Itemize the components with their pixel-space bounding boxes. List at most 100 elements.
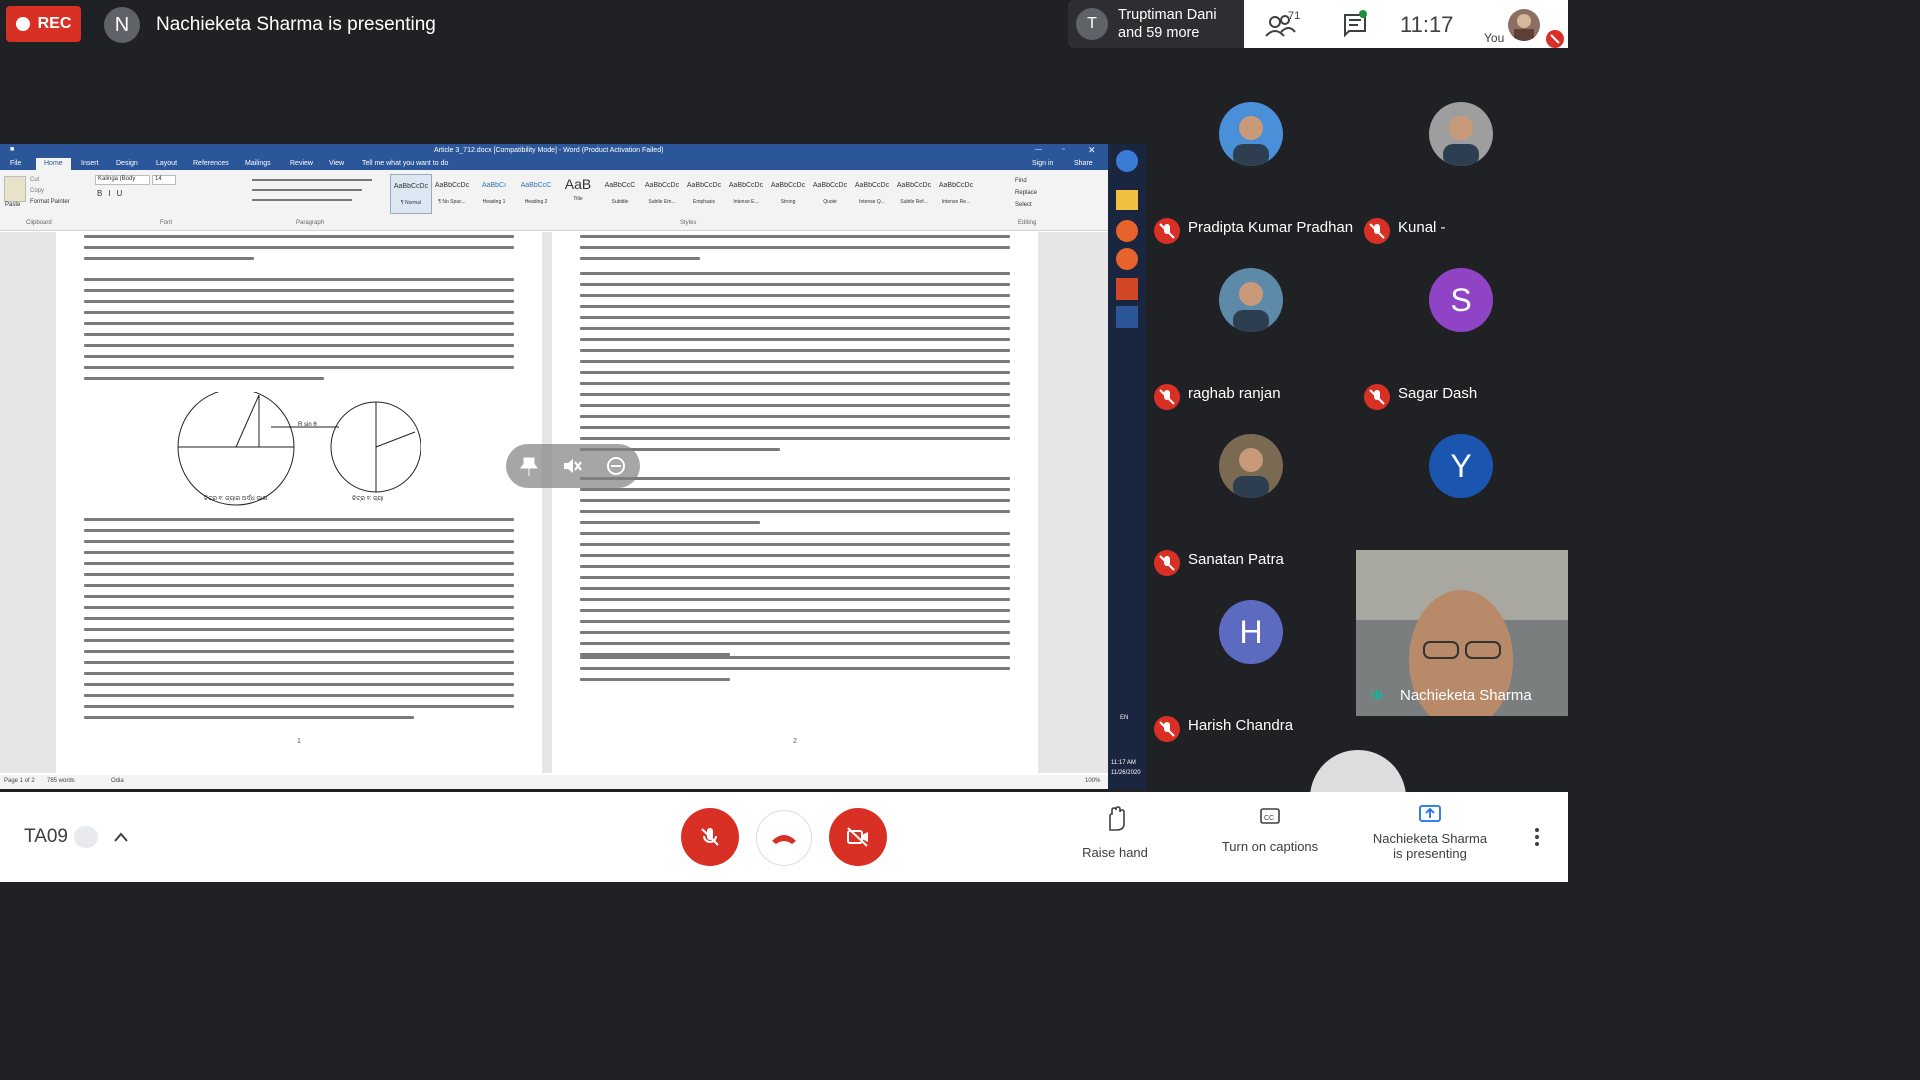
tell-me-box[interactable]: Tell me what you want to do — [362, 160, 448, 167]
tab-design[interactable]: Design — [116, 160, 138, 167]
file-explorer-icon[interactable] — [1116, 190, 1138, 210]
turn-on-captions-button[interactable]: CC Turn on captions — [1210, 806, 1330, 866]
presenting-status-button[interactable]: Nachieketa Sharma is presenting — [1362, 804, 1498, 870]
text-line — [84, 606, 514, 609]
word-icon[interactable] — [1116, 306, 1138, 328]
more-options-circle-icon[interactable] — [606, 456, 626, 476]
style-preview: AaBbCcDc — [686, 182, 722, 189]
text-line — [84, 683, 514, 686]
participant-tile[interactable]: Pradipta Kumar Pradhan — [1146, 82, 1356, 248]
camera-off-button[interactable] — [829, 808, 887, 866]
text-line — [580, 543, 1010, 546]
tab-insert[interactable]: Insert — [81, 160, 99, 167]
participant-tile[interactable]: raghab ranjan — [1146, 248, 1356, 414]
additional-participant-tile[interactable] — [1306, 750, 1406, 792]
presenter-video-tile[interactable]: Nachieketa Sharma — [1356, 550, 1568, 716]
tab-view[interactable]: View — [329, 160, 344, 167]
text-line — [84, 344, 514, 347]
others-presenting-pill[interactable]: T Truptiman Dani and 59 more — [1068, 0, 1244, 48]
style-option[interactable]: AaBbCcDc ¶ No Spac... — [432, 174, 472, 212]
paragraph-buttons[interactable] — [252, 176, 382, 206]
present-screen-icon — [1419, 805, 1441, 822]
font-format-buttons[interactable]: BIU — [97, 189, 128, 198]
participant-tile[interactable]: Sanatan Patra — [1146, 414, 1356, 580]
word-maximize-button[interactable]: ▫ — [1062, 146, 1064, 153]
tab-file[interactable]: File — [10, 160, 21, 167]
participant-tile[interactable]: Kunal - — [1356, 82, 1566, 248]
firefox-icon[interactable] — [1116, 220, 1138, 242]
tray-language[interactable]: EN — [1120, 715, 1128, 721]
text-line — [84, 540, 514, 543]
meeting-code[interactable]: TA09 — [24, 826, 68, 848]
text-line — [580, 393, 1010, 396]
style-option[interactable]: AaBbCcDc Intense Re... — [936, 174, 976, 212]
style-option[interactable]: AaBbCcDc Subtle Ref... — [894, 174, 934, 212]
text-line — [84, 705, 514, 708]
select-button[interactable]: Select — [1015, 202, 1032, 208]
microphone-off-button[interactable] — [681, 808, 739, 866]
word-close-button[interactable]: ✕ — [1088, 145, 1096, 156]
style-option[interactable]: AaBbCcDc Emphasis — [684, 174, 724, 212]
text-line — [84, 246, 514, 249]
text-line — [84, 694, 514, 697]
powerpoint-icon[interactable] — [1116, 278, 1138, 300]
copy-button[interactable]: Copy — [30, 188, 44, 194]
more-options-icon[interactable] — [1530, 826, 1544, 848]
text-line — [84, 333, 514, 336]
mute-presenter-icon[interactable] — [562, 456, 582, 476]
others-text: Truptiman Dani and 59 more — [1118, 6, 1217, 42]
tab-review[interactable]: Review — [290, 160, 313, 167]
font-name-select[interactable]: Kalinga (Body — [95, 175, 150, 185]
text-line — [84, 584, 514, 587]
style-option[interactable]: AaBbCcDc Quote — [810, 174, 850, 212]
share-button[interactable]: Share — [1074, 160, 1093, 167]
rec-label: REC — [37, 15, 72, 32]
style-option[interactable]: AaB Title — [558, 174, 598, 212]
style-option[interactable]: AaBbCı Heading 1 — [474, 174, 514, 212]
cut-button[interactable]: Cut — [30, 177, 39, 183]
paste-label[interactable]: Paste — [5, 202, 20, 208]
start-orb-icon[interactable] — [1116, 150, 1138, 172]
participant-avatar — [1219, 102, 1283, 166]
style-option[interactable]: AaBbCcC Heading 2 — [516, 174, 556, 212]
hangup-button[interactable] — [756, 810, 812, 866]
style-name: ¶ No Spac... — [438, 199, 466, 205]
tab-home[interactable]: Home — [36, 158, 71, 170]
figure2-caption: ଚିତ୍ର ୨: ଜ୍ୟା — [352, 496, 384, 502]
style-option[interactable]: AaBbCcDc Intense Q... — [852, 174, 892, 212]
document-page-1[interactable]: R sin θ ଚିତ୍ର ୧: ଜ୍ୟାର ଅର୍ଦ୍ଧ ଭାଗ ଚିତ୍ର … — [56, 232, 542, 773]
pin-icon[interactable] — [520, 456, 538, 476]
text-line — [580, 598, 1010, 601]
firefox-icon-2[interactable] — [1116, 248, 1138, 270]
document-page-2[interactable]: 2 — [552, 232, 1038, 773]
raise-hand-button[interactable]: Raise hand — [1068, 806, 1162, 866]
self-avatar[interactable] — [1508, 9, 1540, 41]
text-line — [580, 532, 1010, 535]
text-line — [84, 529, 514, 532]
chevron-up-icon[interactable] — [112, 830, 130, 844]
tab-mailings[interactable]: Mailings — [245, 160, 271, 167]
style-option[interactable]: AaBbCcC Subtitle — [600, 174, 640, 212]
camera-off-icon — [847, 827, 868, 847]
style-option[interactable]: AaBbCcDc Intense E... — [726, 174, 766, 212]
style-name: Heading 1 — [482, 199, 506, 205]
paste-icon[interactable] — [4, 176, 26, 202]
replace-button[interactable]: Replace — [1015, 190, 1037, 196]
text-line — [580, 235, 1010, 238]
participant-tile[interactable]: S Sagar Dash — [1356, 248, 1566, 414]
word-save-icon[interactable]: ■ — [10, 146, 14, 153]
style-option[interactable]: AaBbCcDc Strong — [768, 174, 808, 212]
text-line — [84, 672, 514, 675]
format-painter-button[interactable]: Format Painter — [30, 199, 70, 205]
word-minimize-button[interactable]: — — [1035, 146, 1042, 153]
sign-in-link[interactable]: Sign in — [1032, 160, 1053, 167]
style-option[interactable]: AaBbCcDc Subtle Em... — [642, 174, 682, 212]
windows-taskbar: EN 11:17 AM 11/26/2020 — [1108, 144, 1146, 789]
font-size-select[interactable]: 14 — [152, 175, 176, 185]
tab-layout[interactable]: Layout — [156, 160, 177, 167]
tab-references[interactable]: References — [193, 160, 229, 167]
style-option[interactable]: AaBbCcDc ¶ Normal — [390, 174, 432, 214]
find-button[interactable]: Find — [1015, 178, 1027, 184]
participant-tile[interactable]: H Harish Chandra — [1146, 580, 1356, 746]
attachment-icon[interactable] — [74, 826, 98, 848]
